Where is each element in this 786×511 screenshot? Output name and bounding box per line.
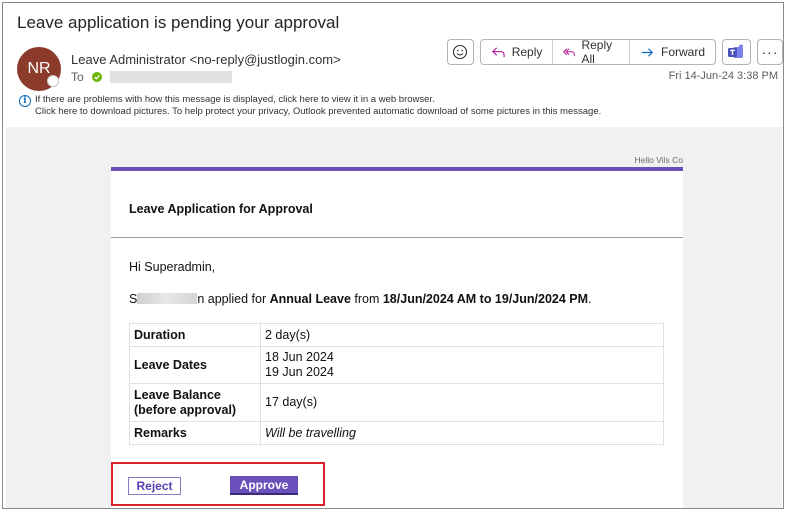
info-bar[interactable]: i If there are problems with how this me… <box>19 94 601 118</box>
leave-date-2: 19 Jun 2024 <box>265 365 334 379</box>
applicant-name-redacted <box>137 293 198 304</box>
reply-label: Reply <box>511 45 543 59</box>
table-row: Remarks Will be travelling <box>129 421 664 445</box>
table-row: Leave Dates 18 Jun 2024 19 Jun 2024 <box>129 346 664 384</box>
reject-button[interactable]: Reject <box>128 477 181 495</box>
applied-for-text: applied for <box>204 292 270 306</box>
avatar-initials: NR <box>27 60 51 77</box>
card-title: Leave Application for Approval <box>129 202 313 216</box>
hello-company-text: Hello Vils Co <box>634 155 683 165</box>
remarks-value: Will be travelling <box>260 421 664 445</box>
leave-balance-label-line2: (before approval) <box>134 402 237 417</box>
leave-balance-label-line1: Leave Balance <box>134 387 221 402</box>
leave-date-range: 18/Jun/2024 AM to 19/Jun/2024 PM <box>382 292 589 306</box>
leave-date-1: 18 Jun 2024 <box>265 350 334 364</box>
recipient-row: To <box>71 70 232 84</box>
forward-label: Forward <box>661 45 706 59</box>
email-card: Hello Vils Co Leave Application for Appr… <box>111 155 683 508</box>
reply-button[interactable]: Reply <box>481 40 554 64</box>
leave-balance-label: Leave Balance (before approval) <box>129 383 261 422</box>
teams-icon <box>728 44 744 58</box>
approve-button[interactable]: Approve <box>230 476 298 495</box>
recipient-available-icon <box>91 72 102 82</box>
sender-name[interactable]: Leave Administrator <no-reply@justlogin.… <box>71 52 341 67</box>
reply-icon <box>491 46 505 57</box>
reply-all-button[interactable]: Reply All <box>553 39 631 65</box>
leave-type: Annual Leave <box>269 292 351 306</box>
recipient-redacted[interactable] <box>109 71 232 83</box>
application-summary: Sn applied for Annual Leave from 18/Jun/… <box>129 292 592 306</box>
email-body-background: Hello Vils Co Leave Application for Appr… <box>6 127 782 508</box>
forward-button[interactable]: Forward <box>630 40 715 64</box>
forward-arrow-icon <box>641 47 654 57</box>
applicant-name-start: S <box>129 292 138 306</box>
reply-button-group: Reply Reply All Forward <box>479 39 717 65</box>
download-pictures-notice[interactable]: Click here to download pictures. To help… <box>19 106 601 118</box>
view-in-browser-notice[interactable]: If there are problems with how this mess… <box>19 94 601 106</box>
to-label: To <box>71 70 84 84</box>
remarks-label: Remarks <box>129 421 261 445</box>
received-datetime: Fri 14-Jun-24 3:38 PM <box>668 70 778 82</box>
table-row: Duration 2 day(s) <box>129 323 664 347</box>
message-actions-toolbar: Reply Reply All Forward ··· <box>447 39 783 65</box>
more-actions-button[interactable]: ··· <box>756 39 783 65</box>
reply-all-icon <box>563 47 576 56</box>
email-reading-pane: Leave application is pending your approv… <box>2 2 784 509</box>
reply-all-label: Reply All <box>581 39 613 65</box>
email-subject: Leave application is pending your approv… <box>17 13 340 32</box>
share-to-teams-button[interactable] <box>722 39 751 65</box>
leave-balance-value: 17 day(s) <box>260 383 664 422</box>
presence-status-icon <box>47 75 59 87</box>
table-row: Leave Balance (before approval) 17 day(s… <box>129 383 664 422</box>
card-header: Leave Application for Approval <box>111 171 683 238</box>
from-text: from <box>350 292 383 306</box>
duration-label: Duration <box>129 323 261 347</box>
reaction-button[interactable] <box>447 39 474 65</box>
leave-details-table: Duration 2 day(s) Leave Dates 18 Jun 202… <box>129 323 664 445</box>
greeting-text: Hi Superadmin, <box>129 260 216 274</box>
duration-value: 2 day(s) <box>260 323 664 347</box>
leave-dates-label: Leave Dates <box>129 346 261 384</box>
period: . <box>588 292 592 306</box>
leave-dates-value: 18 Jun 2024 19 Jun 2024 <box>260 346 664 384</box>
info-icon: i <box>19 95 31 107</box>
smiley-icon <box>453 44 468 60</box>
